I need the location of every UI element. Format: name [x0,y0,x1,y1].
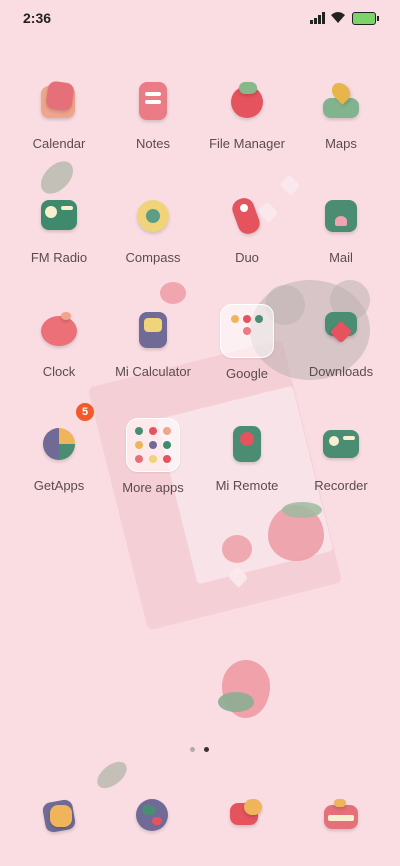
app-clock[interactable]: Clock [12,308,106,379]
app-getapps[interactable]: GetApps [12,422,106,493]
app-duo[interactable]: Duo [200,194,294,265]
app-compass[interactable]: Compass [106,194,200,265]
app-downloads[interactable]: Downloads [294,308,388,379]
app-calendar[interactable]: Calendar [12,80,106,151]
wallpaper-heart [279,174,301,196]
app-mi-remote[interactable]: Mi Remote [200,422,294,493]
duo-icon [225,194,269,238]
app-label: Calendar [32,136,86,151]
app-maps[interactable]: Maps [294,79,388,151]
app-mail[interactable]: Mail [294,194,388,265]
radio-icon [37,194,81,238]
calendar-icon [37,80,81,124]
mail-icon [319,194,363,238]
app-mi-calculator[interactable]: Mi Calculator [106,308,200,379]
wallpaper-strawberry-leaves [218,692,254,712]
notification-badge: 5 [76,403,94,421]
app-label: Downloads [308,364,374,379]
page-dot[interactable] [190,747,195,752]
wallpaper-strawberry-leaves [282,502,322,518]
remote-icon [225,422,269,466]
app-file-manager[interactable]: File Manager [200,80,294,151]
download-icon [319,308,363,352]
gallery-icon[interactable] [38,795,78,835]
page-dot-active[interactable] [204,747,209,752]
app-label: GetApps [33,478,85,493]
app-notes[interactable]: Notes [106,80,200,151]
app-label: Notes [136,136,170,151]
status-bar: 2:36 [0,0,400,36]
folder-more-apps[interactable]: More apps [106,418,200,495]
wallpaper-leaf [92,757,132,793]
app-recorder[interactable]: Recorder [294,422,388,493]
wifi-icon [331,12,345,23]
map-pin-icon [319,79,363,124]
app-label: Duo [235,250,259,265]
getapps-icon [37,422,81,466]
app-label: File Manager [209,136,285,151]
app-label: FM Radio [30,250,88,265]
app-label: Recorder [314,478,368,493]
wallpaper-strawberry [160,282,186,304]
wallpaper-leaf [34,156,80,199]
recorder-icon [319,422,363,466]
app-label: Clock [42,364,76,379]
compass-icon [131,194,175,238]
app-label: Mail [329,250,353,265]
status-time: 2:36 [23,10,52,26]
google-folder-icon [220,304,274,358]
browser-icon[interactable] [132,795,172,835]
app-label: Google [226,366,268,381]
clock-icon [37,308,81,352]
app-label: Mi Calculator [115,364,191,379]
folder-google[interactable]: Google [200,304,294,381]
app-label: Maps [325,136,357,151]
app-fm-radio[interactable]: FM Radio [12,194,106,265]
app-label: More apps [122,480,184,495]
folder-icon [225,80,269,124]
battery-icon [352,12,379,25]
messages-icon[interactable] [226,795,266,835]
camera-icon[interactable] [320,795,360,835]
notes-icon [131,80,175,124]
signal-icon [310,12,326,24]
calculator-icon [131,308,175,352]
app-label: Compass [125,250,181,265]
wallpaper-strawberry [222,535,252,563]
more-apps-folder-icon [126,418,180,472]
app-label: Mi Remote [215,478,279,493]
